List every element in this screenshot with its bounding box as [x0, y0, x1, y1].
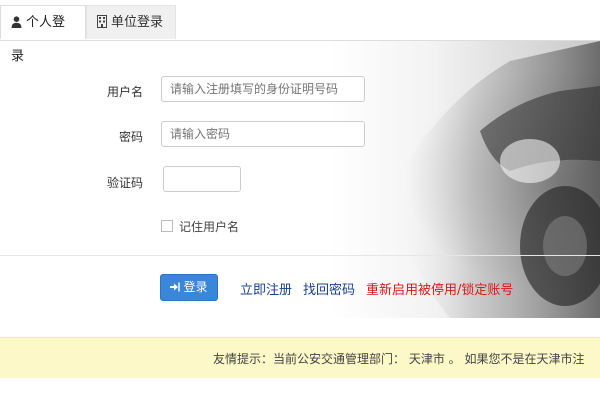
- car-background-image: [390, 41, 600, 318]
- notice-bar: 友情提示：当前公安交通管理部门： 天津市 。 如果您不是在天津市注: [0, 337, 600, 378]
- captcha-input[interactable]: [163, 166, 241, 192]
- remember-username[interactable]: 记住用户名: [161, 218, 239, 235]
- reactivate-account-link[interactable]: 重新启用被停用/锁定账号: [366, 279, 513, 298]
- user-icon: [11, 16, 22, 28]
- tab-unit-login[interactable]: 单位登录: [86, 5, 176, 39]
- register-link[interactable]: 立即注册: [240, 279, 292, 298]
- tab-bar: 个人登录 单位登录: [0, 0, 600, 64]
- sign-in-icon: [170, 282, 181, 292]
- login-button[interactable]: 登录: [160, 274, 218, 301]
- password-label: 密码: [118, 130, 143, 144]
- password-input[interactable]: [161, 121, 365, 147]
- building-icon: [97, 15, 107, 28]
- remember-checkbox[interactable]: [161, 220, 173, 232]
- remember-label: 记住用户名: [179, 220, 240, 234]
- tab-unit-login-label: 单位登录: [111, 15, 164, 30]
- notice-text: 友情提示：当前公安交通管理部门： 天津市 。 如果您不是在天津市注: [213, 352, 585, 366]
- divider: [0, 255, 600, 256]
- username-label: 用户名: [106, 85, 143, 99]
- username-input[interactable]: [161, 76, 365, 102]
- captcha-label: 验证码: [106, 176, 143, 190]
- tab-personal-login[interactable]: 个人登录: [0, 5, 86, 64]
- login-button-label: 登录: [183, 280, 208, 294]
- recover-password-link[interactable]: 找回密码: [303, 279, 355, 298]
